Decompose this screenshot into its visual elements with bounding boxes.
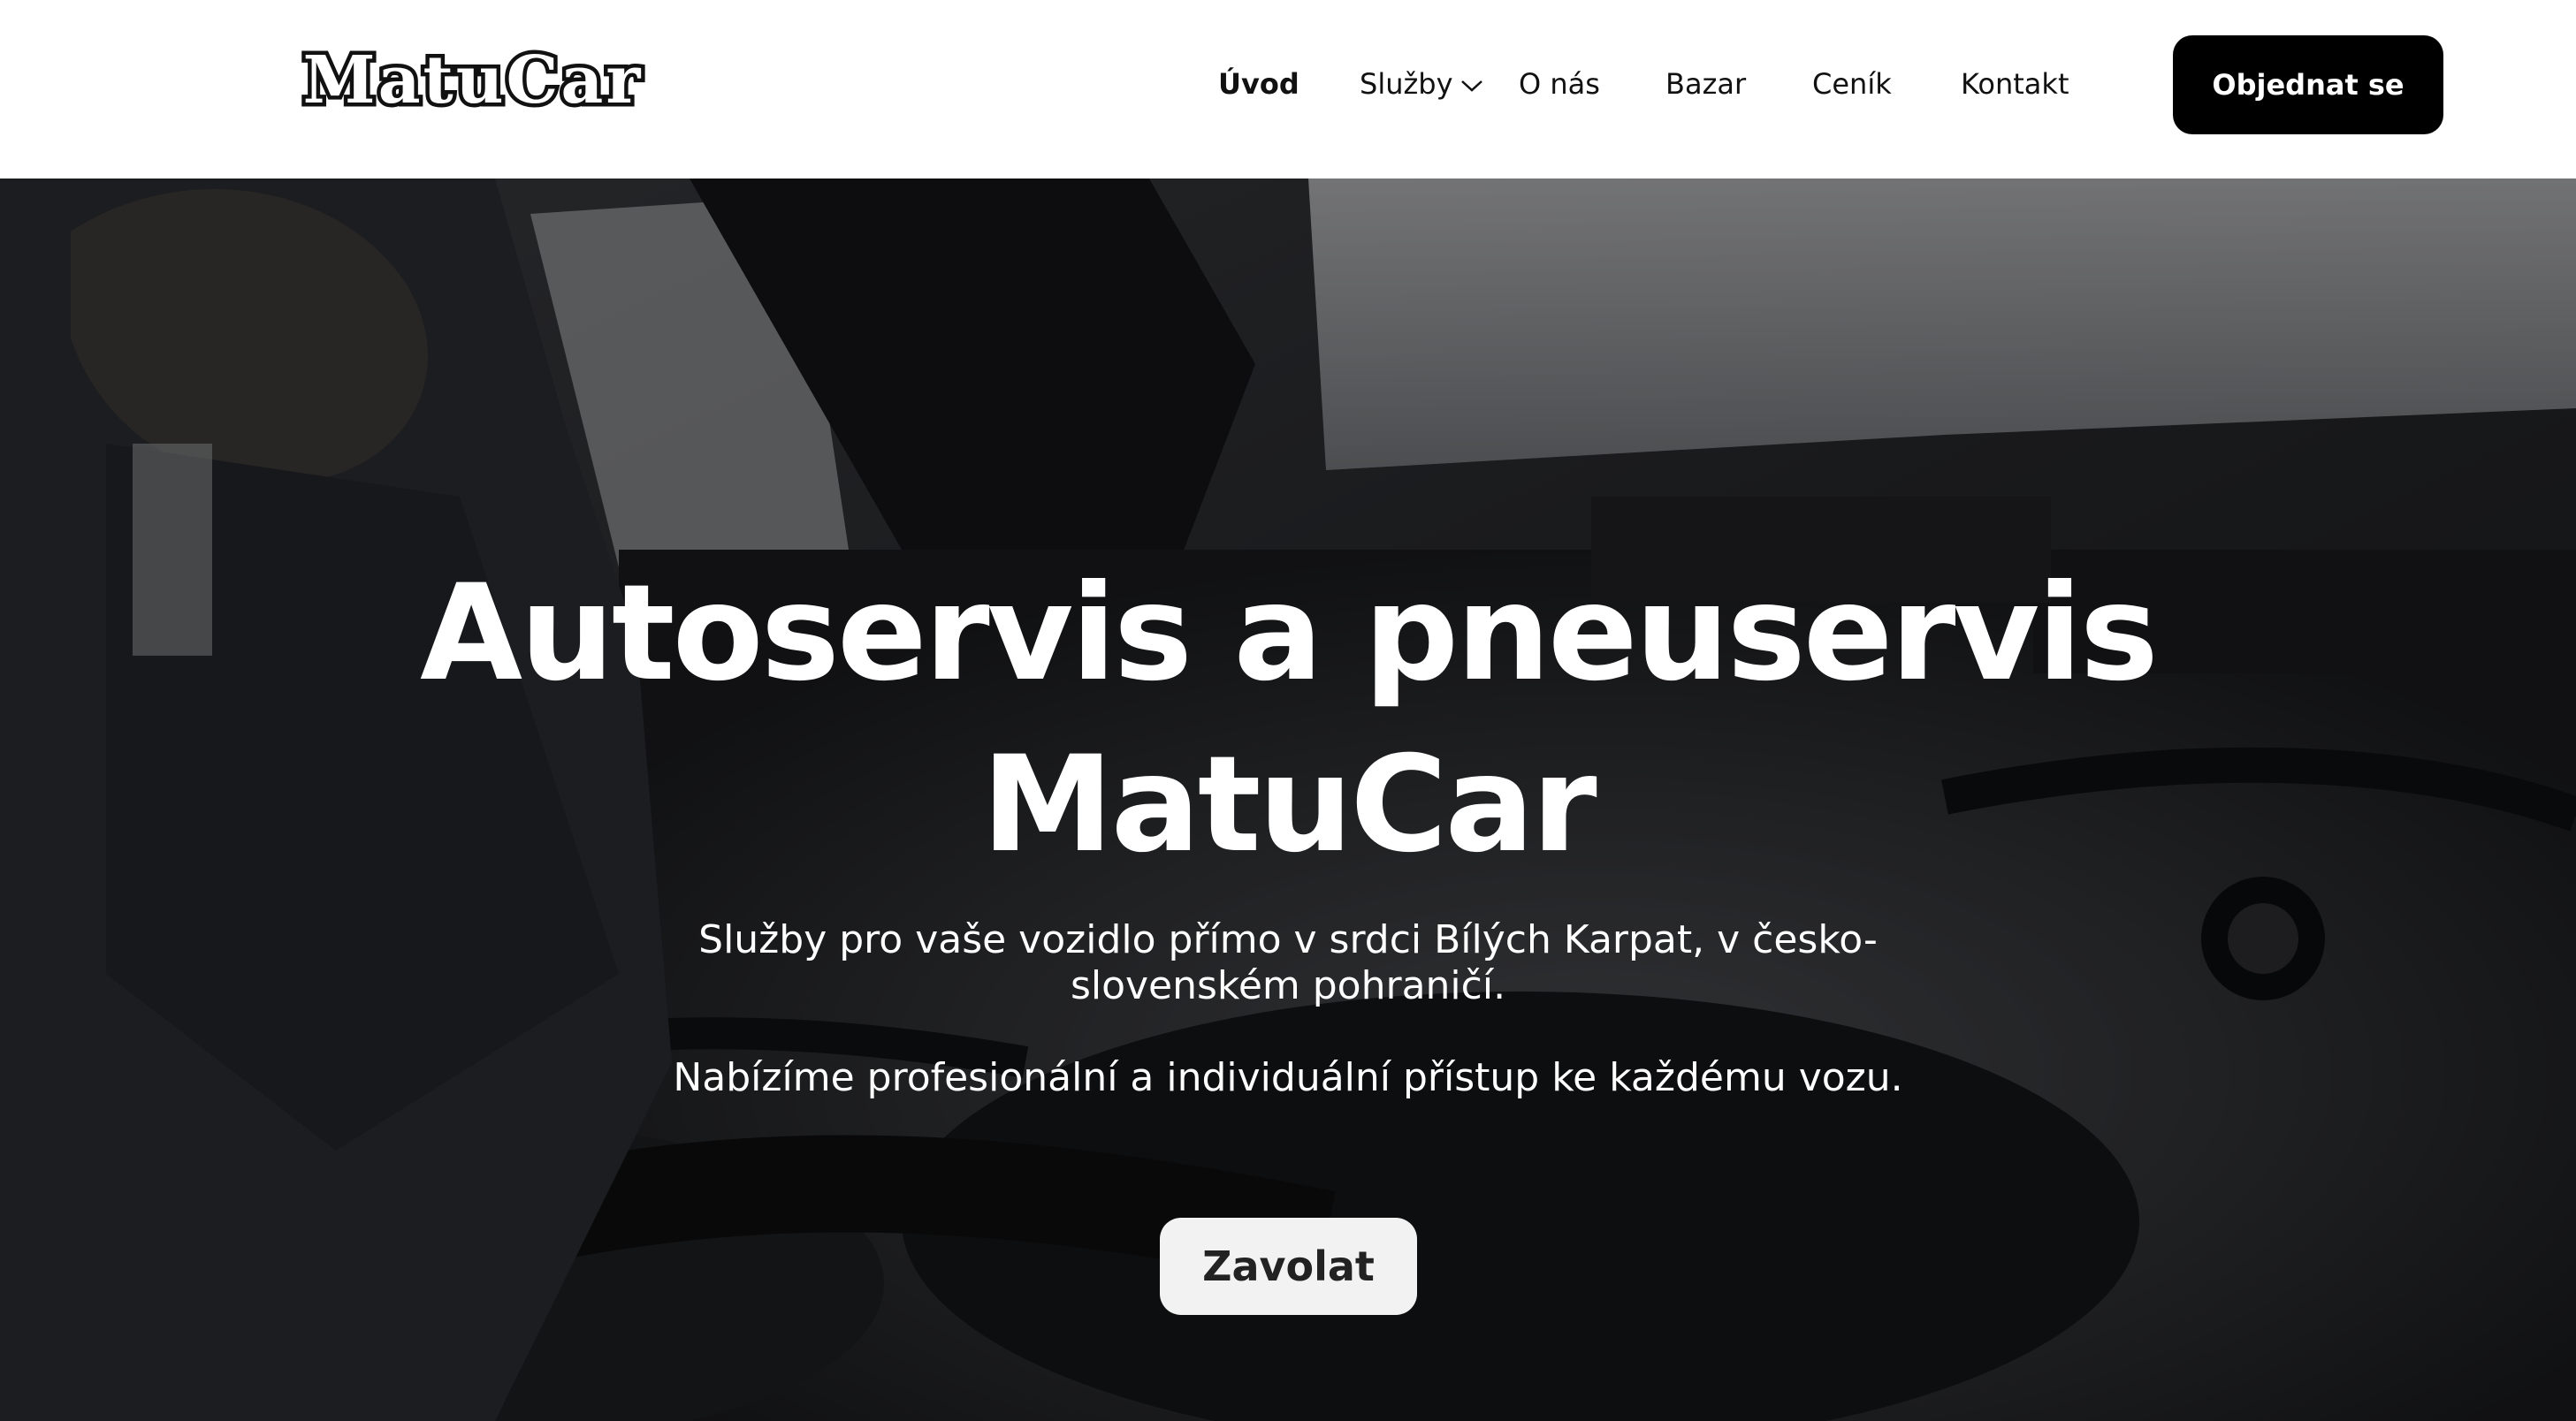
chevron-down-icon	[1460, 80, 1482, 92]
call-button[interactable]: Zavolat	[1160, 1218, 1417, 1315]
nav-item-kontakt[interactable]: Kontakt	[1961, 0, 2069, 179]
nav-item-bazar[interactable]: Bazar	[1665, 0, 1746, 179]
site-header: MatuCar Úvod Služby O nás Bazar Ceník Ko…	[0, 0, 2576, 179]
nav-item-uvod[interactable]: Úvod	[1218, 0, 1299, 179]
hero-section: Autoservis a pneuservis MatuCar Služby p…	[0, 179, 2576, 1421]
nav-item-sluzby-label: Služby	[1360, 67, 1453, 101]
nav-item-cenik[interactable]: Ceník	[1812, 0, 1892, 179]
hero-subtitle-approach: Nabízíme profesionální a individuální př…	[673, 1055, 1903, 1100]
hero-title: Autoservis a pneuservis MatuCar	[404, 548, 2172, 891]
hero-title-line-1: Autoservis a pneuservis	[420, 557, 2159, 710]
hero-subtitle-location: Služby pro vaše vozidlo přímo v srdci Bí…	[698, 917, 1878, 1008]
logo-wordmark: MatuCar	[299, 48, 644, 118]
nav-item-sluzby[interactable]: Služby	[1360, 0, 1485, 179]
svg-text:MatuCar: MatuCar	[303, 48, 644, 118]
nav-item-o-nas[interactable]: O nás	[1519, 0, 1600, 179]
hero-title-line-2: MatuCar	[981, 728, 1597, 882]
logo[interactable]: MatuCar	[150, 48, 796, 118]
order-button[interactable]: Objednat se	[2173, 35, 2443, 134]
